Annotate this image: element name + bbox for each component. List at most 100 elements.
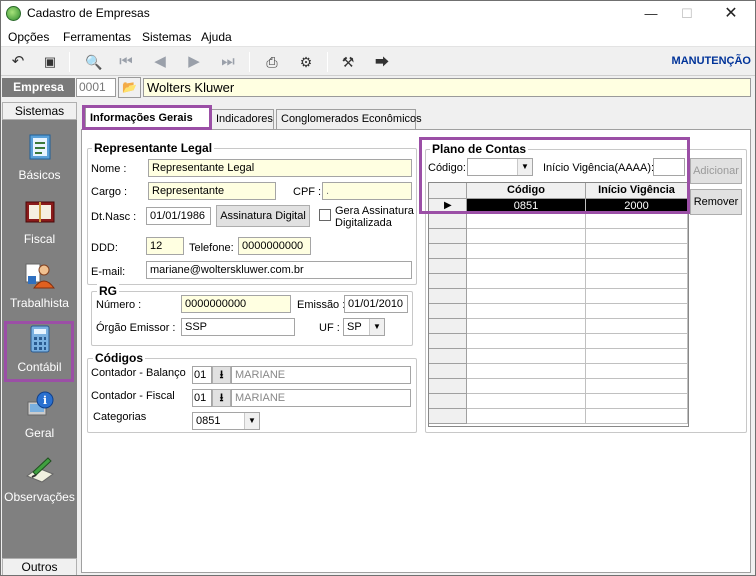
exit-door-icon[interactable]: ⮕ (371, 51, 393, 73)
menu-opcoes[interactable]: Opções (8, 30, 49, 44)
grid-row-indicator[interactable] (429, 229, 467, 244)
grid-cell-empty[interactable] (586, 334, 688, 349)
grid-cell-empty[interactable] (586, 214, 688, 229)
chevron-down-icon[interactable]: ▼ (244, 413, 259, 429)
save-icon[interactable]: ▣ (39, 51, 61, 73)
grid-cell-empty[interactable] (586, 349, 688, 364)
grid-cell-empty[interactable] (586, 229, 688, 244)
chevron-down-icon[interactable]: ▼ (369, 319, 384, 335)
sidebar-item-observacoes[interactable]: Observações (2, 450, 77, 510)
tab-conglomerados-economicos[interactable]: Conglomerados Econômicos (276, 109, 422, 129)
grid-cell-empty[interactable] (586, 289, 688, 304)
maximize-button[interactable]: ☐ (667, 1, 707, 27)
grid-cell-empty[interactable] (467, 379, 586, 394)
grid-cell-empty[interactable] (467, 304, 586, 319)
ddd-field[interactable]: 12 (146, 237, 184, 255)
gera-assinatura-checkbox[interactable] (319, 209, 331, 221)
sidebar-item-geral[interactable]: i Geral (2, 386, 77, 446)
grid-cell-empty[interactable] (586, 244, 688, 259)
adicionar-button[interactable]: Adicionar (690, 158, 742, 184)
contador-balanco-code-field[interactable]: 01 (192, 366, 212, 384)
grid-row-indicator[interactable] (429, 379, 467, 394)
empresa-name-field[interactable]: Wolters Kluwer (143, 78, 751, 97)
grid-cell-empty[interactable] (467, 349, 586, 364)
empresa-code-field[interactable]: 0001 (76, 78, 116, 97)
grid-cell-empty[interactable] (467, 364, 586, 379)
gera-assinatura-label-line2: Digitalizada (335, 217, 392, 229)
minimize-button[interactable]: — (631, 1, 671, 27)
nome-field[interactable]: Representante Legal (148, 159, 412, 177)
download-icon[interactable]: ⭳ (212, 366, 231, 384)
toolbar-separator (327, 52, 328, 72)
grid-cell-empty[interactable] (467, 214, 586, 229)
grid-cell-empty[interactable] (467, 229, 586, 244)
tools-icon[interactable]: ⚒ (337, 51, 359, 73)
next-record-icon[interactable]: ▶ (183, 51, 205, 73)
previous-record-icon[interactable]: ◀ (149, 51, 171, 73)
grid-row-indicator[interactable] (429, 274, 467, 289)
grid-row-indicator[interactable] (429, 319, 467, 334)
grid-row-indicator[interactable] (429, 409, 467, 424)
telefone-field[interactable]: 0000000000 (238, 237, 311, 255)
remover-button[interactable]: Remover (690, 189, 742, 215)
grid-row-indicator[interactable] (429, 349, 467, 364)
grid-cell-empty[interactable] (467, 244, 586, 259)
grid-row-indicator[interactable] (429, 259, 467, 274)
preview-icon[interactable]: 🔍 (83, 51, 105, 73)
assinatura-digital-button[interactable]: Assinatura Digital (216, 205, 310, 227)
grid-row-indicator[interactable] (429, 394, 467, 409)
sidebar-item-fiscal[interactable]: Fiscal (2, 192, 77, 252)
grid-cell-empty[interactable] (467, 274, 586, 289)
grid-row-indicator[interactable] (429, 214, 467, 229)
grid-row-indicator[interactable] (429, 364, 467, 379)
grid-cell-empty[interactable] (467, 259, 586, 274)
grid-cell-empty[interactable] (467, 319, 586, 334)
undo-icon[interactable]: ↶ (7, 51, 29, 73)
cpf-field[interactable]: . (322, 182, 412, 200)
contador-fiscal-code-field[interactable]: 01 (192, 389, 212, 407)
menu-ajuda[interactable]: Ajuda (201, 30, 232, 44)
email-field[interactable]: mariane@wolterskluwer.com.br (146, 261, 412, 279)
orgao-emissor-field[interactable]: SSP (181, 318, 295, 336)
cargo-field[interactable]: Representante (148, 182, 276, 200)
sidebar-header-sistemas[interactable]: Sistemas (2, 102, 77, 120)
grid-cell-empty[interactable] (586, 274, 688, 289)
notebook-icon (24, 132, 56, 162)
contador-fiscal-label: Contador - Fiscal (91, 390, 175, 402)
grid-cell-empty[interactable] (586, 304, 688, 319)
sidebar-item-basicos[interactable]: Básicos (2, 128, 77, 188)
tab-indicadores[interactable]: Indicadores (211, 109, 274, 129)
grid-cell-empty[interactable] (586, 409, 688, 424)
gera-assinatura-label-line1: Gera Assinatura (335, 205, 414, 217)
first-record-icon[interactable]: ⏮ (115, 51, 137, 73)
grid-cell-empty[interactable] (467, 289, 586, 304)
menu-ferramentas[interactable]: Ferramentas (63, 30, 131, 44)
grid-cell-empty[interactable] (586, 319, 688, 334)
print-settings-icon[interactable]: ⚙ (295, 51, 317, 73)
close-button[interactable]: ✕ (711, 1, 751, 27)
rg-emissao-field[interactable]: 01/01/2010 (344, 295, 408, 313)
grid-row-indicator[interactable] (429, 334, 467, 349)
sidebar-item-trabalhista[interactable]: Trabalhista (2, 256, 77, 316)
grid-row-indicator[interactable] (429, 289, 467, 304)
menu-sistemas[interactable]: Sistemas (142, 30, 191, 44)
grid-cell-empty[interactable] (586, 394, 688, 409)
rg-numero-field[interactable]: 0000000000 (181, 295, 291, 313)
grid-row-indicator[interactable] (429, 244, 467, 259)
grid-row-indicator[interactable] (429, 304, 467, 319)
last-record-icon[interactable]: ⏭ (217, 51, 239, 73)
download-icon[interactable]: ⭳ (212, 389, 231, 407)
grid-cell-empty[interactable] (586, 259, 688, 274)
sidebar-footer-outros[interactable]: Outros (2, 558, 77, 575)
grid-cell-empty[interactable] (586, 364, 688, 379)
grid-cell-empty[interactable] (467, 409, 586, 424)
categorias-select[interactable]: 0851 ▼ (192, 412, 260, 430)
grid-cell-empty[interactable] (467, 394, 586, 409)
application-window: Cadastro de Empresas — ☐ ✕ Opções Ferram… (0, 0, 756, 576)
grid-cell-empty[interactable] (467, 334, 586, 349)
print-icon[interactable]: ⎙ (261, 51, 283, 73)
dtnasc-field[interactable]: 01/01/1986 (146, 207, 211, 225)
open-folder-icon[interactable]: 📂 (118, 77, 141, 98)
uf-select[interactable]: SP ▼ (343, 318, 385, 336)
grid-cell-empty[interactable] (586, 379, 688, 394)
